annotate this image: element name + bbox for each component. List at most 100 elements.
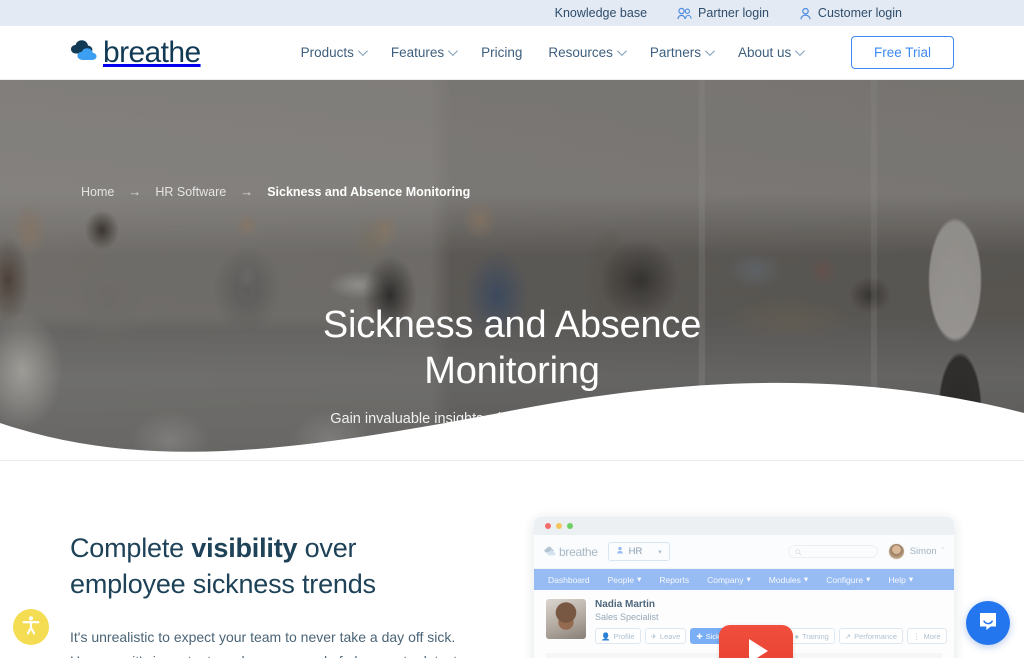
utility-link-customer-login[interactable]: Customer login xyxy=(799,6,902,20)
account-switcher-label: HR xyxy=(628,546,643,557)
app-screenshot-column: breathe HR ▾ Simon ˇ Dashboard People ▾ … xyxy=(529,517,954,658)
window-maximize-dot xyxy=(567,523,573,529)
employee-tab-profile[interactable]: 👤 Profile xyxy=(595,628,641,644)
nav-item-label: Pricing xyxy=(481,45,523,60)
employee-photo xyxy=(546,599,586,639)
app-logo-text: breathe xyxy=(559,544,598,559)
search-icon xyxy=(795,543,802,561)
breadcrumb-current: Sickness and Absence Monitoring xyxy=(267,184,471,199)
breadcrumb-separator: → xyxy=(240,184,254,199)
section-paragraph: It's unrealistic to expect your team to … xyxy=(70,628,484,658)
nav-item-label: Resources xyxy=(548,45,613,60)
app-nav-label: Configure xyxy=(826,574,864,585)
nav-links: Products Features Pricing Resources Part… xyxy=(300,45,806,60)
free-trial-button[interactable]: Free Trial xyxy=(850,36,954,69)
section-heading-part-1: Complete xyxy=(70,533,192,563)
employee-tab-leave[interactable]: ✈ Leave xyxy=(644,628,687,644)
app-nav-label: Modules xyxy=(768,574,801,585)
chevron-down-icon xyxy=(448,46,458,57)
chevron-down-icon: ▾ xyxy=(746,574,751,584)
employee-tab-label: Leave xyxy=(659,631,681,641)
play-icon xyxy=(748,639,768,658)
dot-icon: ● xyxy=(794,631,799,641)
dots-icon: ⋮ xyxy=(913,631,921,641)
app-nav-item-help[interactable]: Help ▾ xyxy=(888,574,913,585)
utility-link-label: Knowledge base xyxy=(554,6,648,20)
chevron-down-icon xyxy=(704,46,715,57)
employee-name: Nadia Martin xyxy=(595,599,656,610)
nav-item-products[interactable]: Products xyxy=(300,45,368,60)
chevron-down-icon: ▾ xyxy=(658,548,662,556)
window-close-dot xyxy=(545,523,551,529)
app-nav-item-people[interactable]: People ▾ xyxy=(608,574,642,585)
breadcrumb-item-hr-software[interactable]: HR Software xyxy=(155,185,226,199)
app-user-menu[interactable]: Simon ˇ xyxy=(887,543,944,560)
app-nav-item-configure[interactable]: Configure ▾ xyxy=(826,574,870,585)
video-play-button[interactable] xyxy=(719,625,793,658)
utility-link-knowledge-base[interactable]: Knowledge base xyxy=(555,6,647,20)
user-icon xyxy=(799,7,812,20)
plus-circle-icon: ✚ xyxy=(696,631,703,641)
app-nav-item-company[interactable]: Company ▾ xyxy=(707,574,751,585)
app-logo[interactable]: breathe xyxy=(544,543,598,561)
page-title-line-1: Sickness and Absence xyxy=(322,304,702,346)
breadcrumb-item-home[interactable]: Home xyxy=(81,185,114,199)
chevron-down-icon: ▾ xyxy=(866,574,871,584)
app-search-input[interactable] xyxy=(787,543,878,561)
content-section: Complete visibility over employee sickne… xyxy=(0,461,1024,658)
app-nav-label: Company xyxy=(707,574,744,585)
employee-tab-training[interactable]: ● Training xyxy=(788,628,835,644)
app-nav-label: Help xyxy=(888,574,906,585)
accessibility-icon xyxy=(20,614,42,641)
plane-icon: ✈ xyxy=(650,631,657,641)
account-switcher-dropdown[interactable]: HR ▾ xyxy=(607,542,670,561)
section-heading-part-2: over xyxy=(297,533,357,563)
hero-banner: Home → HR Software → Sickness and Absenc… xyxy=(0,80,1024,460)
chevron-down-icon: ▾ xyxy=(803,574,809,584)
employee-tab-performance[interactable]: ↗ Performance xyxy=(838,628,904,644)
utility-link-partner-login[interactable]: Partner login xyxy=(677,6,769,20)
mockup-window-chrome xyxy=(534,517,954,535)
chat-bubble-icon xyxy=(977,610,999,637)
content-text-column: Complete visibility over employee sickne… xyxy=(70,517,489,658)
nav-item-features[interactable]: Features xyxy=(390,45,458,60)
app-nav-item-modules[interactable]: Modules ▾ xyxy=(769,574,808,585)
site-logo[interactable]: breathe xyxy=(70,37,201,68)
cloud-logo-icon xyxy=(544,543,557,561)
nav-item-about-us[interactable]: About us xyxy=(737,45,806,60)
avatar xyxy=(887,543,905,560)
hero-wave-divider xyxy=(0,382,1024,460)
utility-link-label: Partner login xyxy=(698,6,769,20)
chevron-down-icon: ˇ xyxy=(941,548,944,555)
employee-tab-label: Training xyxy=(801,631,829,641)
app-nav-label: Dashboard xyxy=(548,574,590,585)
app-nav-label: Reports xyxy=(659,574,690,585)
employee-tab-label: Profile xyxy=(613,631,635,641)
nav-item-pricing[interactable]: Pricing xyxy=(481,45,522,60)
users-icon xyxy=(677,7,692,20)
person-icon: 👤 xyxy=(601,631,611,641)
main-navigation-bar: breathe Products Features Pricing Resour… xyxy=(0,26,1024,80)
app-nav-item-dashboard[interactable]: Dashboard xyxy=(548,575,590,585)
section-heading-line-2: employee sickness trends xyxy=(70,568,376,599)
utility-link-label: Customer login xyxy=(817,6,902,20)
accessibility-button[interactable] xyxy=(13,609,49,645)
employee-tab-more[interactable]: ⋮ More xyxy=(907,628,947,644)
nav-item-label: Features xyxy=(390,45,445,60)
breadcrumb-separator: → xyxy=(128,184,142,199)
chevron-down-icon xyxy=(616,46,627,57)
app-user-name: Simon xyxy=(909,546,937,557)
app-nav-item-reports[interactable]: Reports xyxy=(659,575,689,585)
nav-item-label: Products xyxy=(300,45,354,60)
chat-widget-button[interactable] xyxy=(966,601,1010,645)
section-heading-emphasis: visibility xyxy=(191,533,298,563)
app-navigation-bar: Dashboard People ▾ Reports Company ▾ Mod… xyxy=(534,569,954,590)
breadcrumb: Home → HR Software → Sickness and Absenc… xyxy=(81,184,470,199)
chevron-down-icon: ▾ xyxy=(908,574,914,584)
nav-item-resources[interactable]: Resources xyxy=(548,45,627,60)
chevron-down-icon xyxy=(795,46,806,57)
nav-item-partners[interactable]: Partners xyxy=(650,45,715,60)
utility-bar: Knowledge base Partner login Customer lo… xyxy=(0,0,1024,26)
app-top-bar: breathe HR ▾ Simon ˇ xyxy=(534,535,954,569)
nav-item-label: About us xyxy=(737,45,792,60)
